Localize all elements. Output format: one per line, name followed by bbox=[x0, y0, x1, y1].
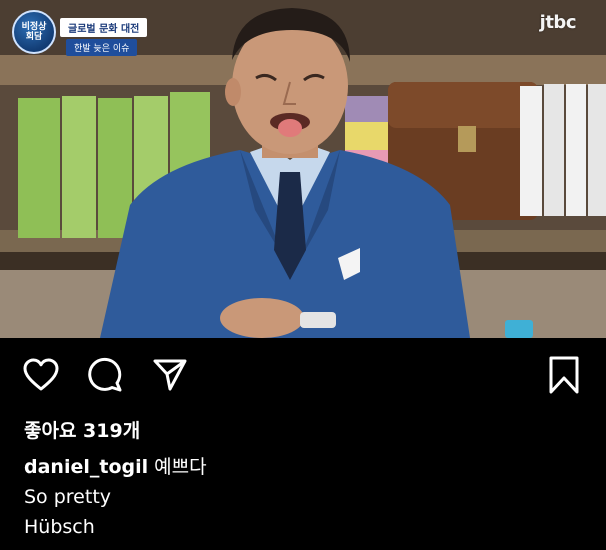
caption-username[interactable]: daniel_togil bbox=[24, 456, 148, 478]
tv-caption: 글로벌 문화 대전 한발 늦은 이슈 bbox=[60, 18, 148, 56]
heart-icon bbox=[23, 358, 59, 391]
post-action-bar bbox=[0, 338, 606, 410]
like-button[interactable] bbox=[22, 356, 60, 394]
network-logo: jtbc bbox=[539, 12, 577, 33]
tv-caption-title: 글로벌 문화 대전 bbox=[60, 18, 148, 37]
tv-caption-subtitle: 한발 늦은 이슈 bbox=[66, 39, 138, 56]
show-logo-text: 비정상 회담 bbox=[21, 22, 47, 42]
caption-first-line: 예쁘다 bbox=[154, 456, 207, 478]
caption-body: So pretty Hübsch bbox=[24, 486, 112, 538]
likes-count[interactable]: 좋아요 319개 bbox=[24, 416, 140, 443]
comment-button[interactable] bbox=[86, 356, 124, 394]
save-button[interactable] bbox=[545, 356, 583, 394]
share-button[interactable] bbox=[151, 356, 189, 394]
comment-icon bbox=[88, 357, 122, 392]
show-logo-badge: 비정상 회담 bbox=[12, 10, 56, 54]
post-photo[interactable]: 비정상 회담 글로벌 문화 대전 한발 늦은 이슈 jtbc bbox=[0, 0, 606, 338]
post-caption: daniel_togil 예쁘다 So pretty Hübsch bbox=[24, 452, 207, 542]
bookmark-icon bbox=[549, 356, 579, 394]
paper-plane-icon bbox=[153, 359, 187, 391]
